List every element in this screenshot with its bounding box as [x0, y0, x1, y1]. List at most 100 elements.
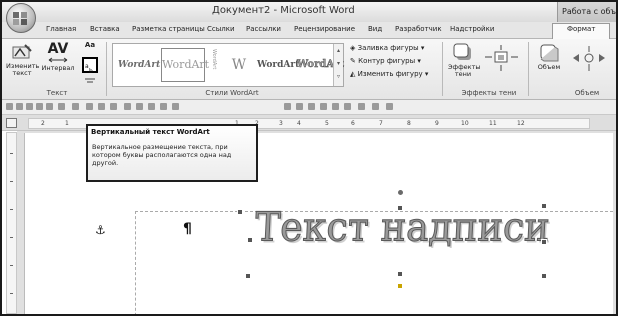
wordart-styles-gallery[interactable]: WordArt WordArt WordArt W WordArt WordAr… — [112, 43, 344, 87]
tab-addins[interactable]: Надстройки — [450, 25, 494, 33]
tooltip: Вертикальный текст WordArt Вертикальное … — [86, 124, 258, 182]
spelling-icon[interactable] — [86, 103, 93, 110]
tab-references[interactable]: Ссылки — [207, 25, 235, 33]
table-icon[interactable] — [98, 103, 105, 110]
tab-view[interactable]: Вид — [368, 25, 382, 33]
ruler-number: 1 — [65, 120, 69, 127]
tab-home[interactable]: Главная — [46, 25, 76, 33]
change-shape-label: Изменить фигуру — [357, 70, 423, 78]
adjust-handle[interactable] — [397, 283, 403, 289]
border-icon[interactable] — [320, 103, 327, 110]
wordart-style-1[interactable]: WordArt — [117, 48, 161, 82]
ruler-number: 12 — [517, 120, 525, 127]
shape-fill-label: Заливка фигуры — [357, 44, 419, 52]
anchor-icon: ⚓ — [95, 223, 106, 237]
font-color-icon[interactable] — [308, 103, 315, 110]
numbering-icon[interactable] — [160, 103, 167, 110]
volume-group-label: Объем — [574, 89, 600, 97]
even-height-button[interactable]: Aa — [82, 42, 98, 49]
ruler-number: 11 — [489, 120, 497, 127]
shape-fill-button[interactable]: ◈ Заливка фигуры ▾ — [350, 44, 424, 52]
gallery-more-icon[interactable]: ▿ — [334, 70, 343, 83]
vertical-text-icon: a b — [85, 63, 93, 75]
shapes-icon: ◭ — [350, 70, 356, 78]
shading-icon[interactable] — [332, 103, 339, 110]
show-marks-icon[interactable] — [124, 103, 131, 110]
resize-handle-tl[interactable] — [237, 209, 243, 215]
wordart-style-3[interactable]: WordArt — [207, 48, 221, 82]
open-icon[interactable] — [16, 103, 23, 110]
print-icon[interactable] — [36, 103, 43, 110]
spacing-button[interactable]: AV Интервал — [40, 42, 76, 72]
tab-mailings[interactable]: Рассылки — [246, 25, 281, 33]
tab-developer[interactable]: Разработчик — [395, 25, 442, 33]
spacing-label: Интервал — [41, 64, 75, 72]
picture-icon[interactable] — [110, 103, 117, 110]
preview-icon[interactable] — [46, 103, 53, 110]
bold-icon[interactable] — [284, 103, 291, 110]
shadow-effects-label: Эффекты тени — [448, 63, 481, 78]
resize-handle-top[interactable] — [397, 205, 403, 211]
office-button[interactable] — [6, 3, 36, 33]
gallery-scroll[interactable]: ▴ ▾ ▿ — [333, 44, 343, 86]
undo-icon[interactable] — [58, 103, 65, 110]
italic-icon[interactable] — [296, 103, 303, 110]
resize-handle-left[interactable] — [247, 237, 253, 243]
vertical-text-button[interactable]: a b — [82, 57, 98, 75]
redo-icon[interactable] — [72, 103, 79, 110]
tilt-icon — [573, 46, 605, 71]
wordart-style-2[interactable]: WordArt — [161, 48, 209, 82]
tooltip-body: Вертикальное размещение текста, при кото… — [92, 143, 232, 167]
nudge-shadow-icon — [485, 45, 518, 71]
wordart-style-6[interactable]: WordArt — [296, 48, 344, 82]
shape-outline-button[interactable]: ✎ Контур фигуры ▾ — [350, 57, 421, 65]
shadow-effects-button[interactable]: Эффекты тени — [448, 42, 481, 78]
resize-handle-bl[interactable] — [245, 273, 251, 279]
resize-handle-right[interactable] — [541, 239, 547, 245]
tab-selector[interactable] — [6, 118, 17, 128]
bullets-icon[interactable] — [148, 103, 155, 110]
group-separator — [528, 42, 529, 96]
resize-handle-bottom[interactable] — [397, 271, 403, 277]
font-size-icon[interactable] — [358, 103, 365, 110]
spacing-arrows-icon — [48, 57, 68, 63]
gallery-up-icon[interactable]: ▴ — [334, 44, 343, 57]
text-direction-icon[interactable] — [372, 103, 379, 110]
columns-icon[interactable] — [172, 103, 179, 110]
tooltip-title: Вертикальный текст WordArt — [91, 128, 210, 136]
new-doc-icon[interactable] — [6, 103, 13, 110]
edit-text-button[interactable]: Изменить текст — [6, 43, 39, 77]
ruler-number: 3 — [279, 120, 283, 127]
shadow-nudge-controls[interactable] — [482, 44, 522, 76]
ruler-tick — [10, 153, 13, 154]
customize-toolbar-icon[interactable] — [386, 103, 393, 110]
ruler-number: 6 — [351, 120, 355, 127]
save-icon[interactable] — [26, 103, 33, 110]
resize-handle-tr[interactable] — [541, 203, 547, 209]
align-text-icon — [85, 78, 95, 83]
volume-button[interactable]: Объем — [534, 42, 564, 71]
wordart-style-4[interactable]: W — [223, 48, 255, 82]
3d-tilt-controls[interactable] — [568, 44, 614, 76]
pen-icon: ✎ — [350, 57, 356, 65]
ruler-number: 7 — [379, 120, 383, 127]
tab-page-layout[interactable]: Разметка страницы — [132, 25, 205, 33]
zoom-icon[interactable] — [344, 103, 351, 110]
align-text-button[interactable] — [82, 77, 98, 87]
vertical-ruler[interactable] — [6, 132, 17, 314]
av-icon: AV — [47, 41, 69, 57]
wordart-style-5[interactable]: WordArt — [256, 48, 299, 82]
gallery-down-icon[interactable]: ▾ — [334, 57, 343, 70]
change-shape-button[interactable]: ◭ Изменить фигуру ▾ — [350, 70, 428, 78]
styles-group-label: Стили WordArt — [205, 89, 259, 97]
rotate-handle[interactable] — [397, 189, 404, 196]
ruler-number: 8 — [407, 120, 411, 127]
ruler-number: 10 — [461, 120, 469, 127]
ribbon-tabs: Главная Вставка Разметка страницы Ссылки… — [2, 22, 616, 39]
tab-format[interactable]: Формат — [552, 23, 611, 39]
align-icon[interactable] — [136, 103, 143, 110]
resize-handle-br[interactable] — [541, 273, 547, 279]
tab-review[interactable]: Рецензирование — [294, 25, 355, 33]
text-boundary — [135, 211, 136, 314]
tab-insert[interactable]: Вставка — [90, 25, 120, 33]
